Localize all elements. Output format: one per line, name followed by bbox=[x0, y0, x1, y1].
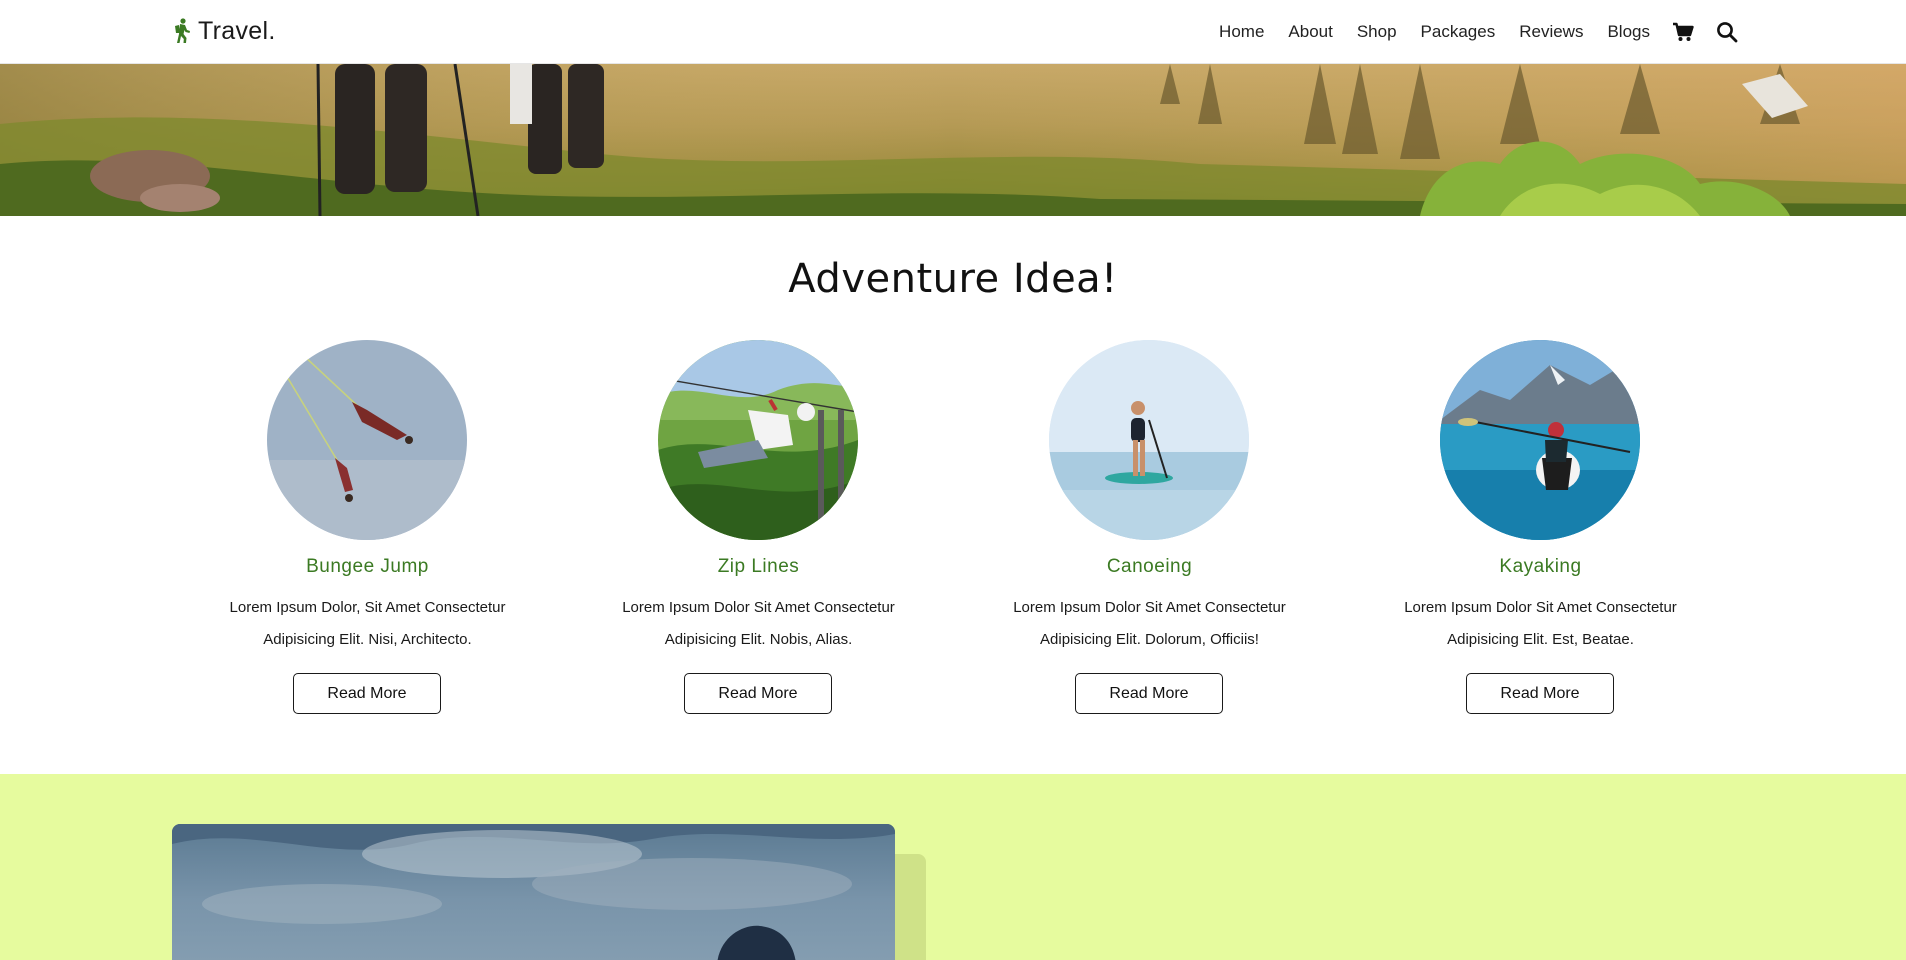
about-photo bbox=[172, 824, 895, 960]
nav-reviews[interactable]: Reviews bbox=[1519, 22, 1583, 42]
nav-home[interactable]: Home bbox=[1219, 22, 1264, 42]
zip-lines-image bbox=[658, 340, 858, 540]
hiker-icon bbox=[175, 18, 190, 43]
card-title: Kayaking bbox=[1499, 556, 1582, 577]
card-description: Lorem Ipsum Dolor Sit Amet Consectetur A… bbox=[1013, 599, 1286, 648]
cart-icon[interactable] bbox=[1672, 21, 1694, 43]
logo-text: Travel. bbox=[198, 16, 276, 45]
nav-packages[interactable]: Packages bbox=[1421, 22, 1496, 42]
adventure-cards: Bungee Jump Lorem Ipsum Dolor, Sit Amet … bbox=[172, 340, 1734, 720]
bungee-jump-image bbox=[267, 340, 467, 540]
card-description: Lorem Ipsum Dolor Sit Amet Consectetur A… bbox=[1404, 599, 1677, 648]
adventure-card: Kayaking Lorem Ipsum Dolor Sit Amet Cons… bbox=[1345, 340, 1736, 720]
card-title: Bungee Jump bbox=[306, 556, 429, 577]
logo[interactable]: Travel. bbox=[172, 14, 276, 48]
site-header: Travel. Home About Shop Packages Reviews… bbox=[0, 0, 1906, 64]
nav-about[interactable]: About bbox=[1288, 22, 1332, 42]
read-more-button[interactable]: Read More bbox=[293, 673, 441, 714]
hero-banner-image bbox=[0, 64, 1906, 216]
main-nav: Home About Shop Packages Reviews Blogs bbox=[1195, 0, 1738, 64]
canoeing-image bbox=[1049, 340, 1249, 540]
section-title: Adventure Idea! bbox=[788, 256, 1118, 302]
adventure-card: Canoeing Lorem Ipsum Dolor Sit Amet Cons… bbox=[954, 340, 1345, 720]
card-title: Zip Lines bbox=[717, 556, 800, 577]
search-icon[interactable] bbox=[1716, 21, 1738, 43]
about-section bbox=[0, 774, 1906, 960]
adventure-card: Zip Lines Lorem Ipsum Dolor Sit Amet Con… bbox=[563, 340, 954, 720]
card-description: Lorem Ipsum Dolor Sit Amet Consectetur A… bbox=[622, 599, 895, 648]
read-more-button[interactable]: Read More bbox=[1466, 673, 1614, 714]
read-more-button[interactable]: Read More bbox=[1075, 673, 1223, 714]
kayaking-image bbox=[1440, 340, 1640, 540]
nav-blogs[interactable]: Blogs bbox=[1607, 22, 1650, 42]
card-description: Lorem Ipsum Dolor, Sit Amet Consectetur … bbox=[229, 599, 506, 648]
card-title: Canoeing bbox=[1106, 556, 1193, 577]
nav-shop[interactable]: Shop bbox=[1357, 22, 1397, 42]
read-more-button[interactable]: Read More bbox=[684, 673, 832, 714]
adventure-card: Bungee Jump Lorem Ipsum Dolor, Sit Amet … bbox=[172, 340, 563, 720]
